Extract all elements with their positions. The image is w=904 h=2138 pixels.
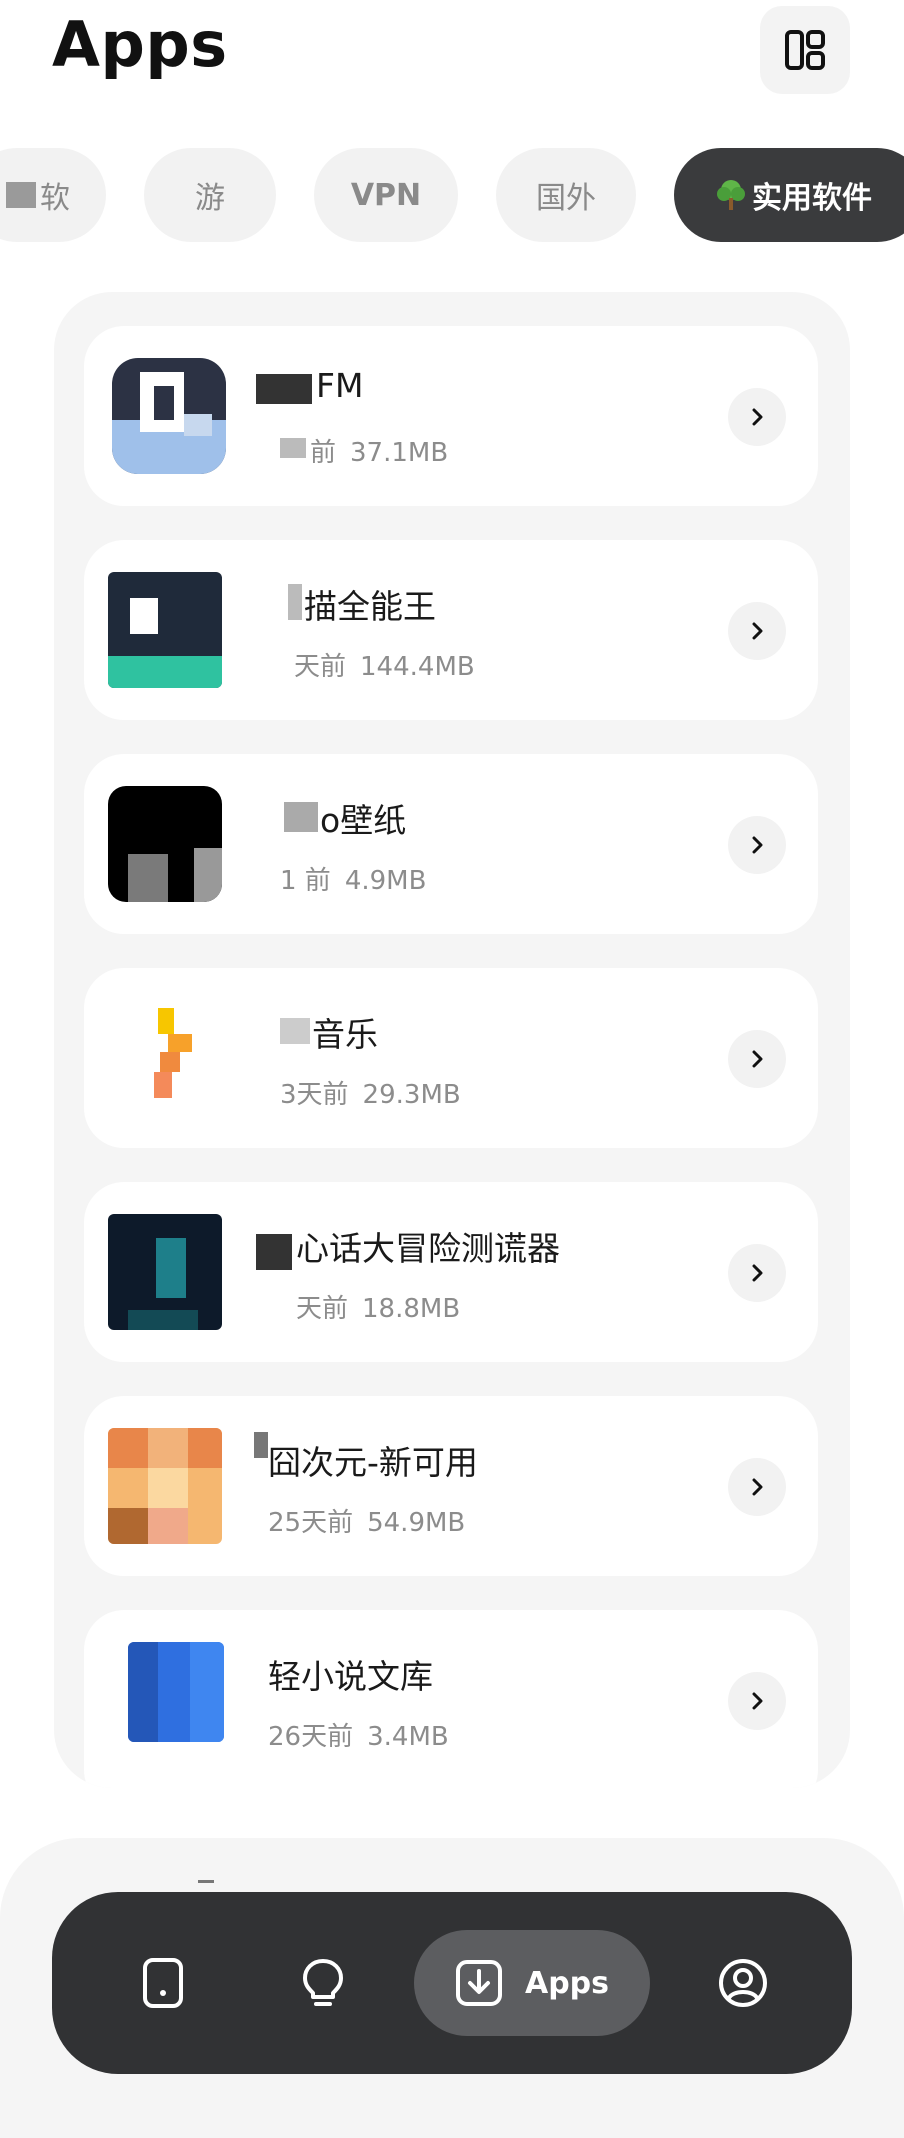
app-card[interactable]: 描全能王 天前 144.4MB (84, 540, 818, 720)
app-size: 29.3MB (362, 1080, 461, 1110)
open-app-button[interactable] (728, 1672, 786, 1730)
phone-icon (143, 1958, 183, 2008)
app-time: 25天前 (268, 1508, 354, 1538)
app-name: o壁纸 (320, 801, 407, 840)
page-title: Apps (52, 8, 228, 81)
redacted-block (280, 438, 306, 458)
app-list-panel: FM 前 37.1MB 描全能王 天前 144.4MB o壁纸 1 前 4.9M… (54, 292, 850, 1788)
app-icon (112, 358, 226, 474)
app-meta: 前 37.1MB (310, 432, 448, 469)
redacted-block (256, 1234, 292, 1270)
app-meta: 1 前 4.9MB (280, 860, 426, 897)
app-card[interactable]: 囧次元-新可用 25天前 54.9MB (84, 1396, 818, 1576)
layout-toggle-button[interactable] (760, 6, 850, 94)
open-app-button[interactable] (728, 1244, 786, 1302)
redacted-block (288, 584, 302, 620)
app-meta: 26天前 3.4MB (268, 1716, 449, 1753)
lightbulb-icon (303, 1959, 343, 2006)
category-bar: 软 游 VPN 国外 实用软件 (0, 148, 904, 242)
redacted-block (280, 1018, 310, 1044)
redacted-block (6, 182, 36, 208)
category-chip-utilities[interactable]: 实用软件 (674, 148, 904, 242)
bottom-navbar: Apps (52, 1892, 852, 2074)
app-meta: 天前 18.8MB (296, 1288, 460, 1325)
app-icon (108, 786, 222, 902)
app-name: 音乐 (312, 1015, 378, 1054)
nav-profile[interactable] (696, 1936, 790, 2030)
app-size: 144.4MB (360, 652, 475, 682)
category-label: 实用软件 (752, 181, 872, 216)
redacted-block (254, 1432, 268, 1458)
app-icon (112, 1000, 226, 1116)
app-size: 37.1MB (350, 438, 449, 468)
app-size: 4.9MB (344, 866, 427, 896)
category-label: 软 (40, 181, 70, 216)
chevron-right-icon (752, 622, 763, 640)
nav-apps[interactable]: Apps (414, 1930, 650, 2036)
category-label: 游 (195, 181, 225, 216)
app-card[interactable]: 音乐 3天前 29.3MB (84, 968, 818, 1148)
category-label: 国外 (536, 181, 596, 216)
open-app-button[interactable] (728, 1458, 786, 1516)
app-name: 心话大冒险测谎器 (296, 1229, 560, 1268)
app-size: 54.9MB (367, 1508, 466, 1538)
nav-apps-label: Apps (524, 1965, 610, 2001)
app-meta: 25天前 54.9MB (268, 1502, 465, 1539)
chevron-right-icon (752, 1692, 763, 1710)
app-name: 囧次元-新可用 (268, 1443, 478, 1482)
app-size: 3.4MB (367, 1722, 449, 1752)
download-icon (455, 1960, 502, 2006)
app-size: 18.8MB (362, 1294, 461, 1324)
app-icon (128, 1642, 224, 1742)
app-card[interactable]: FM 前 37.1MB (84, 326, 818, 506)
category-chip-vpn[interactable]: VPN (314, 148, 458, 242)
redacted-block (284, 802, 318, 832)
app-card[interactable]: o壁纸 1 前 4.9MB (84, 754, 818, 934)
app-time: 3天前 (280, 1080, 349, 1110)
app-time: 天前 (296, 1294, 349, 1324)
open-app-button[interactable] (728, 602, 786, 660)
nav-discover[interactable] (276, 1936, 370, 2030)
app-name: 描全能王 (304, 587, 436, 626)
sheet-handle[interactable] (198, 1880, 214, 1883)
layout-grid-icon (785, 30, 825, 70)
chevron-right-icon (752, 1264, 763, 1282)
app-time: 天前 (294, 652, 347, 682)
chevron-right-icon (752, 1478, 763, 1496)
open-app-button[interactable] (728, 388, 786, 446)
redacted-block (256, 374, 312, 404)
app-icon (108, 1214, 222, 1330)
app-name: FM (316, 366, 364, 405)
app-meta: 3天前 29.3MB (280, 1074, 461, 1111)
category-chip-software[interactable]: 软 (0, 148, 106, 242)
app-time: 26天前 (268, 1722, 354, 1752)
app-time: 1 前 (280, 866, 331, 896)
app-meta: 天前 144.4MB (294, 646, 475, 683)
chevron-right-icon (752, 836, 763, 854)
user-icon (719, 1959, 767, 2007)
tree-emoji-icon (717, 180, 745, 210)
open-app-button[interactable] (728, 816, 786, 874)
app-icon (108, 572, 222, 688)
app-time: 前 (310, 438, 337, 468)
category-chip-games[interactable]: 游 (144, 148, 276, 242)
app-name: 轻小说文库 (268, 1657, 433, 1696)
category-label: VPN (350, 177, 422, 213)
nav-device[interactable] (116, 1936, 210, 2030)
app-card[interactable]: 轻小说文库 26天前 3.4MB (84, 1610, 818, 1788)
chevron-right-icon (752, 1050, 763, 1068)
app-icon (108, 1428, 222, 1544)
app-card[interactable]: 心话大冒险测谎器 天前 18.8MB (84, 1182, 818, 1362)
chevron-right-icon (752, 408, 763, 426)
category-chip-foreign[interactable]: 国外 (496, 148, 636, 242)
open-app-button[interactable] (728, 1030, 786, 1088)
